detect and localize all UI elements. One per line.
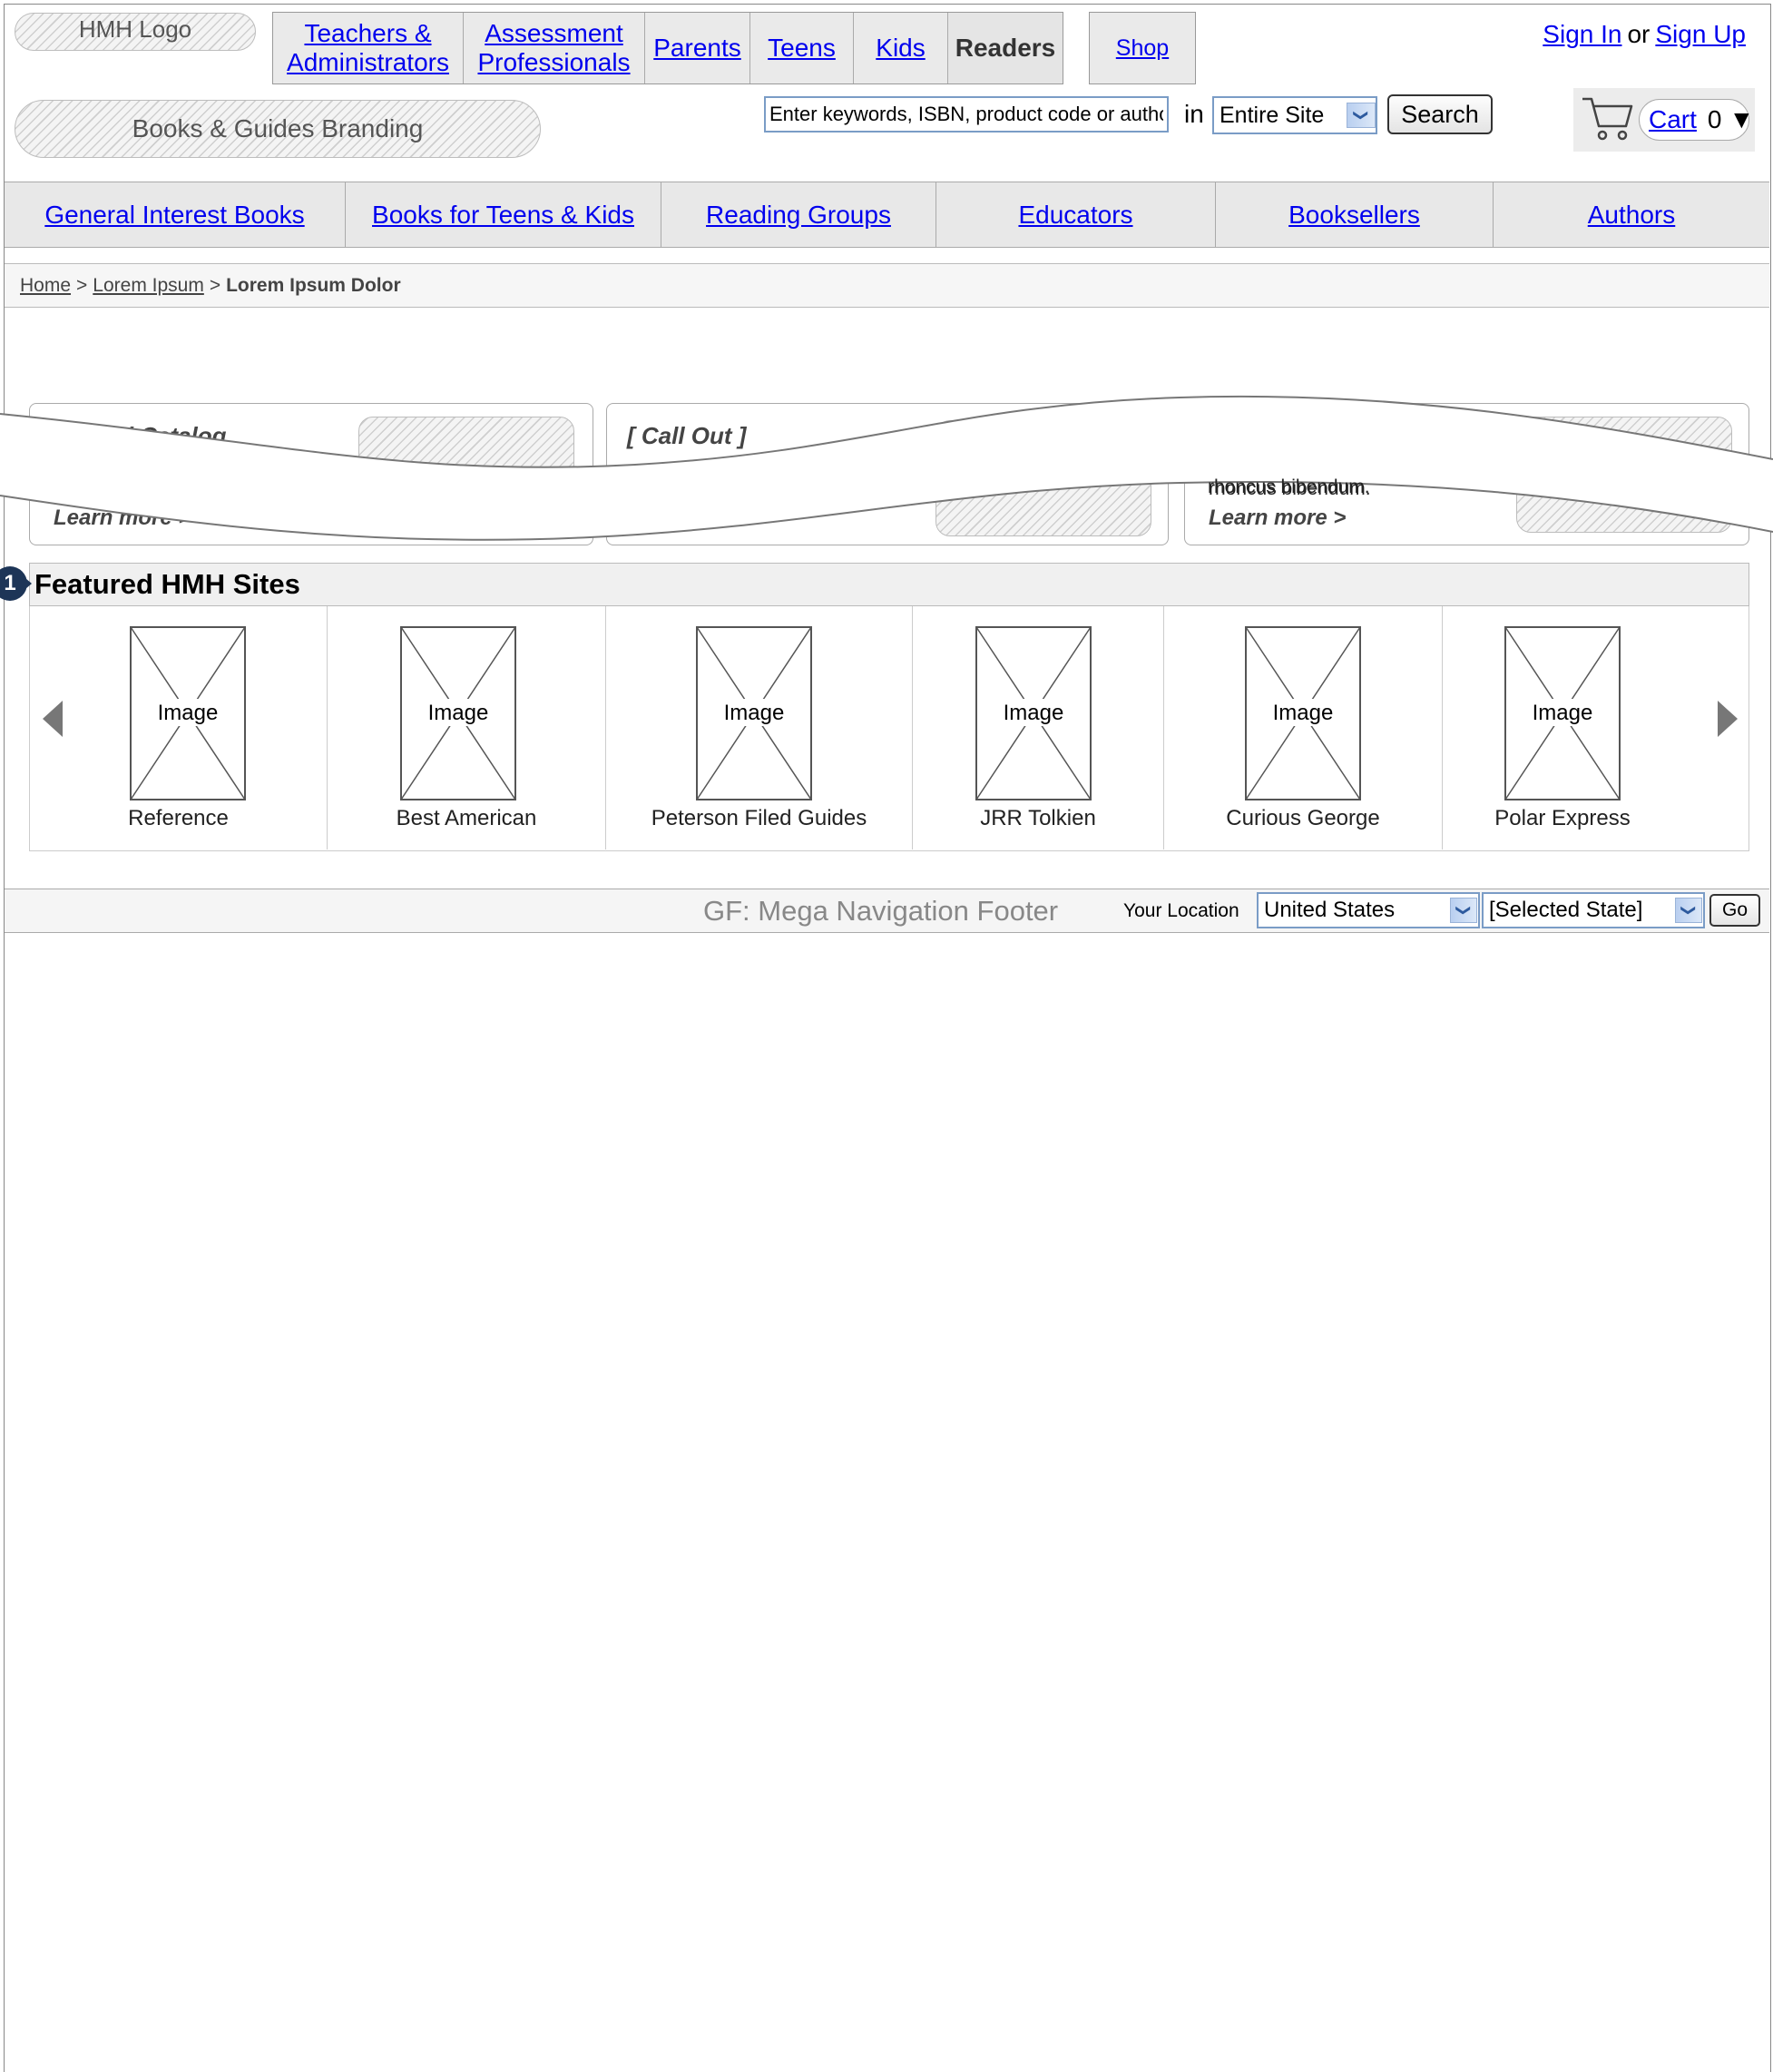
featured-site-reference[interactable]: Image Reference [30,606,328,849]
search-in-label: in [1184,100,1204,128]
location-label: Your Location [1123,900,1239,921]
audience-tabs: Teachers & Administrators Assessment Pro… [272,12,1063,84]
chevron-down-icon: ❯ [1450,898,1477,923]
tab-assessment-professionals[interactable]: Assessment Professionals [464,13,645,83]
search-scope-select[interactable]: Entire Site ❯ [1212,96,1377,134]
svg-text:Image: Image [724,701,785,725]
nav-authors[interactable]: Authors [1494,182,1769,247]
callout-body-visible: rhoncus bibendum. [1208,476,1370,497]
image-placeholder: Image [1245,626,1361,800]
page-frame [4,4,1771,2072]
featured-sites-header: Featured HMH Sites [29,563,1749,606]
featured-site-best-american[interactable]: Image Best American [328,606,606,849]
or-text: or [1627,20,1651,48]
tab-kids[interactable]: Kids [854,13,948,83]
breadcrumb-separator: > [76,274,88,296]
chevron-down-icon: ❯ [1347,103,1376,128]
cart-dropdown-icon[interactable]: ▼ [1729,105,1754,134]
main-navigation: General Interest Books Books for Teens &… [5,182,1769,248]
tab-parents[interactable]: Parents [645,13,750,83]
featured-site-label: Polar Express [1494,806,1631,830]
nav-booksellers[interactable]: Booksellers [1216,182,1494,247]
mega-navigation-footer: GF: Mega Navigation Footer Your Location… [5,889,1769,933]
country-select[interactable]: United States ❯ [1257,892,1480,928]
torn-section-overlay [0,395,1773,541]
breadcrumb-home[interactable]: Home [20,275,71,297]
chevron-down-icon: ❯ [1675,898,1702,923]
featured-site-label: Curious George [1226,806,1380,830]
svg-text:Image: Image [1273,701,1334,725]
hmh-logo[interactable]: HMH Logo [15,13,256,51]
nav-books-teens-kids[interactable]: Books for Teens & Kids [346,182,661,247]
featured-site-polar-express[interactable]: Image Polar Express [1443,606,1682,849]
image-placeholder: Image [1504,626,1621,800]
featured-site-jrr-tolkien[interactable]: Image JRR Tolkien [913,606,1164,849]
tab-readers[interactable]: Readers [948,13,1063,83]
svg-text:Image: Image [1533,701,1593,725]
carousel-next-arrow-icon[interactable] [1718,701,1738,737]
shop-tab[interactable]: Shop [1089,12,1196,84]
cart-link[interactable]: Cart [1649,105,1697,134]
featured-site-label: Peterson Filed Guides [651,806,867,830]
nav-general-interest-books[interactable]: General Interest Books [5,182,346,247]
cart-widget: Cart 0 ▼ [1573,88,1755,152]
books-guides-branding: Books & Guides Branding [15,100,541,158]
cart-pill[interactable]: Cart 0 ▼ [1639,99,1754,141]
image-placeholder: Image [975,626,1092,800]
tab-teens[interactable]: Teens [750,13,854,83]
featured-site-label: Reference [128,806,229,830]
breadcrumb-lorem-ipsum[interactable]: Lorem Ipsum [93,275,204,297]
state-select[interactable]: [Selected State] ❯ [1482,892,1705,928]
nav-educators[interactable]: Educators [936,182,1216,247]
tab-teachers-administrators[interactable]: Teachers & Administrators [273,13,464,83]
search-button[interactable]: Search [1387,94,1493,134]
cart-icon[interactable] [1581,95,1633,142]
image-placeholder: Image [130,626,246,800]
sign-up-link[interactable]: Sign Up [1655,20,1746,48]
image-placeholder: Image [400,626,516,800]
featured-site-label: JRR Tolkien [980,806,1096,830]
featured-sites-carousel: Image Reference Image Best American Imag… [29,606,1749,851]
svg-text:Image: Image [158,701,219,725]
breadcrumb-current: Lorem Ipsum Dolor [226,274,401,296]
carousel-prev-arrow-icon[interactable] [43,701,63,737]
image-placeholder: Image [696,626,812,800]
breadcrumb-separator: > [209,274,221,296]
go-button[interactable]: Go [1709,894,1760,927]
cart-count: 0 [1707,105,1722,133]
search-input[interactable] [764,96,1169,133]
breadcrumb: Home > Lorem Ipsum > Lorem Ipsum Dolor [5,263,1769,308]
featured-site-peterson[interactable]: Image Peterson Filed Guides [606,606,913,849]
svg-text:Image: Image [428,701,489,725]
account-links: Sign In or Sign Up [1543,20,1746,49]
sign-in-link[interactable]: Sign In [1543,20,1621,48]
nav-reading-groups[interactable]: Reading Groups [661,182,936,247]
featured-site-label: Best American [396,806,537,830]
annotation-marker-pointer [25,578,32,589]
svg-text:Image: Image [1004,701,1064,725]
featured-site-curious-george[interactable]: Image Curious George [1164,606,1443,849]
footer-title: GF: Mega Navigation Footer [703,895,1059,927]
